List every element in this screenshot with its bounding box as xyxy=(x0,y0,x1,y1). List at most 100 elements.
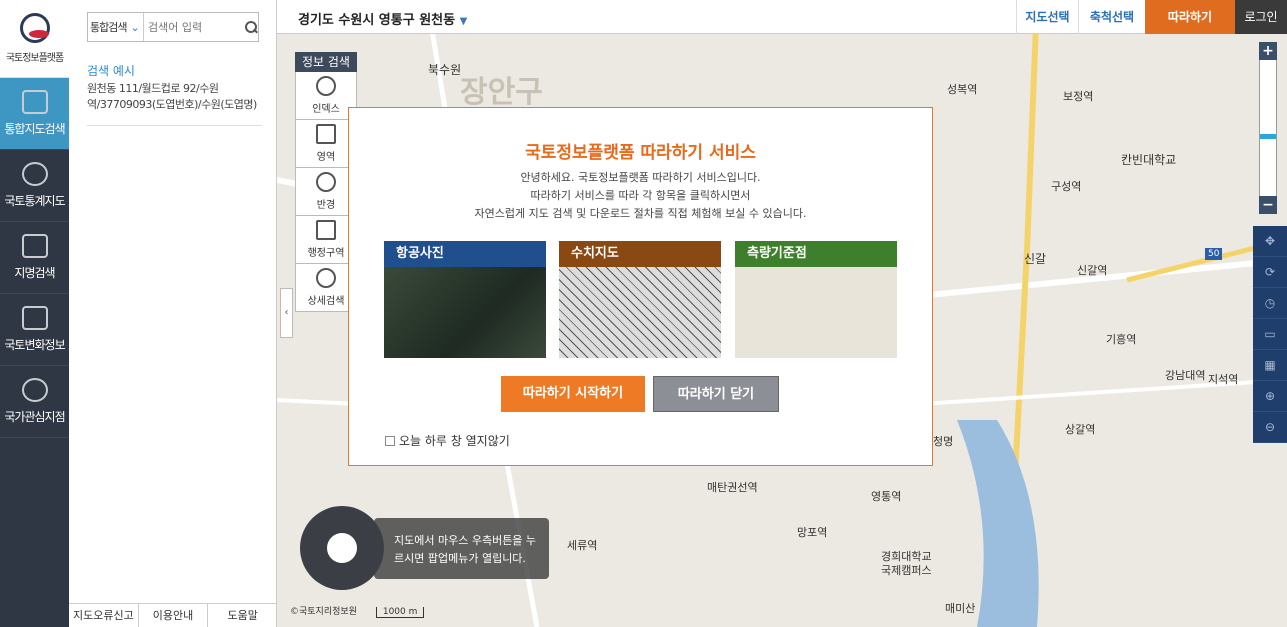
panel-footer: 지도오류신고 이용안내 도움말 xyxy=(69,603,277,627)
search-icon[interactable] xyxy=(244,20,258,34)
chart-icon[interactable] xyxy=(327,533,357,563)
search-type-label: 통합검색 xyxy=(90,21,127,34)
nav-item-change-info[interactable]: 국토변화정보 xyxy=(0,294,69,366)
nav-item-place-search[interactable]: 지명검색 xyxy=(0,222,69,294)
map-label: 칸빈대학교 xyxy=(1121,153,1177,167)
example-body: 원천동 111/월드컵로 92/수원역/37709093(도엽번호)/수원(도엽… xyxy=(87,81,262,126)
copyright-text: ©국토지리정보원 xyxy=(290,607,357,617)
tool-label: 인덱스 xyxy=(312,104,340,115)
area-measure-icon[interactable]: ▦ xyxy=(1253,350,1287,381)
help-link[interactable]: 도움말 xyxy=(208,604,277,627)
dialog-line: 안녕하세요. 국토정보플랫폼 따라하기 서비스입니다. xyxy=(520,171,761,184)
zoom-in-search-icon[interactable]: ⊕ xyxy=(1253,381,1287,412)
close-follow-button[interactable]: 따라하기 닫기 xyxy=(653,376,779,412)
nav-label: 국토변화정보 xyxy=(4,338,65,352)
map-search-icon xyxy=(21,90,48,114)
target-point-icon xyxy=(21,378,48,402)
nav-label: 통합지도검색 xyxy=(4,122,65,136)
logo-label: 국토정보플랫폼 xyxy=(5,53,64,64)
report-error-link[interactable]: 지도오류신고 xyxy=(69,604,139,627)
search-panel: 통합검색⌄ 검색 예시 원천동 111/월드컵로 92/수원역/37709093… xyxy=(69,0,277,627)
triangle-down-icon: ▼ xyxy=(459,16,468,27)
map-label: 지석역 xyxy=(1208,373,1239,386)
card-label: 항공사진 xyxy=(384,241,546,267)
checkbox[interactable] xyxy=(385,435,395,446)
map-tip: 지도에서 마우스 우측버튼을 누르시면 팝업메뉴가 열립니다. xyxy=(374,518,549,579)
dialog-line: 자연스럽게 지도 검색 및 다운로드 절차를 직접 체험해 보실 수 있습니다. xyxy=(474,207,807,220)
tool-label: 반경 xyxy=(316,200,336,211)
tool-label: 상세검색 xyxy=(307,296,345,307)
clock-icon[interactable]: ◷ xyxy=(1253,288,1287,319)
map-label: 매미산 xyxy=(945,602,976,615)
globe-icon xyxy=(316,76,336,96)
map-label: 기흥역 xyxy=(1106,333,1137,346)
map-tool-bar: ✥ ⟳ ◷ ▭ ▦ ⊕ ⊖ xyxy=(1253,226,1287,443)
map-book-icon xyxy=(316,220,336,240)
checkbox-label: 오늘 하루 창 열지않기 xyxy=(399,434,510,448)
map-label: 북수원 xyxy=(428,63,462,77)
map-label: 신갈역 xyxy=(1077,264,1108,277)
digital-map-thumbnail xyxy=(559,267,721,358)
example-title: 검색 예시 xyxy=(87,64,135,78)
ruler-icon[interactable]: ▭ xyxy=(1253,319,1287,350)
map-label: 장안구 xyxy=(460,75,543,110)
map-label: 영통역 xyxy=(871,490,902,503)
aerial-photo-card[interactable]: 항공사진 xyxy=(384,241,546,358)
tool-label: 행정구역 xyxy=(307,248,345,259)
pan-icon[interactable]: ✥ xyxy=(1253,226,1287,257)
map-wheel-menu[interactable] xyxy=(300,506,384,590)
zoom-slider[interactable] xyxy=(1259,60,1277,196)
scale-bar: ©국토지리정보원 1000 m xyxy=(290,604,425,618)
dialog-body: 안녕하세요. 국토정보플랫폼 따라하기 서비스입니다. 따라하기 서비스를 따라… xyxy=(349,169,932,223)
map-label: 강남대역 xyxy=(1165,369,1206,382)
map-label: 보정역 xyxy=(1063,90,1094,103)
radius-icon xyxy=(316,172,336,192)
scale-value: 1000 m xyxy=(375,607,425,618)
address-label: 경기도 수원시 영통구 원천동 xyxy=(298,13,456,28)
control-point-card[interactable]: 측량기준점 xyxy=(735,241,897,358)
platform-logo-icon xyxy=(19,13,50,43)
search-input[interactable] xyxy=(148,20,244,34)
map-select-button[interactable]: 지도선택 xyxy=(1016,0,1078,34)
usage-guide-link[interactable]: 이용안내 xyxy=(139,604,209,627)
login-button[interactable]: 로그인 xyxy=(1235,0,1287,34)
nav-label: 국토통계지도 xyxy=(4,194,65,208)
control-point-thumbnail xyxy=(735,267,897,358)
zoom-out-search-icon[interactable]: ⊖ xyxy=(1253,412,1287,443)
location-selector[interactable]: 경기도 수원시 영통구 원천동 ▼ xyxy=(298,9,467,28)
card-label: 수치지도 xyxy=(559,241,721,267)
collapse-panel-handle[interactable]: ‹ xyxy=(280,288,293,338)
refresh-icon[interactable]: ⟳ xyxy=(1253,257,1287,288)
digital-map-card[interactable]: 수치지도 xyxy=(559,241,721,358)
nav-label: 지명검색 xyxy=(14,266,55,280)
zoom-thumb[interactable] xyxy=(1260,134,1276,139)
top-bar: 경기도 수원시 영통구 원천동 ▼ 지도선택 축척선택 따라하기 로그인 xyxy=(277,0,1287,34)
dialog-line: 따라하기 서비스를 따라 각 항목을 클릭하시면서 xyxy=(530,189,751,202)
dialog-title: 국토정보플랫폼 따라하기 서비스 xyxy=(525,143,756,163)
logo[interactable]: 국토정보플랫폼 xyxy=(0,0,69,78)
pie-chart-icon xyxy=(21,162,48,186)
scale-select-button[interactable]: 축척선택 xyxy=(1078,0,1145,34)
map-label: 매탄권선역 xyxy=(707,481,758,494)
place-name-icon xyxy=(21,234,48,258)
nav-item-integrated-map[interactable]: 통합지도검색 xyxy=(0,78,69,150)
change-map-icon xyxy=(21,306,48,330)
aerial-thumbnail xyxy=(384,267,546,358)
zoom-in-button[interactable]: + xyxy=(1259,42,1277,60)
start-follow-button[interactable]: 따라하기 시작하기 xyxy=(501,376,645,412)
nav-item-national-poi[interactable]: 국가관심지점 xyxy=(0,366,69,438)
highway-shield: 50 xyxy=(1205,248,1223,260)
follow-along-button[interactable]: 따라하기 xyxy=(1145,0,1235,34)
zoom-out-button[interactable]: − xyxy=(1259,196,1277,214)
dont-show-today[interactable]: 오늘 하루 창 열지않기 xyxy=(385,432,510,449)
card-label: 측량기준점 xyxy=(735,241,897,267)
chevron-down-icon: ⌄ xyxy=(130,20,139,34)
follow-along-dialog: 국토정보플랫폼 따라하기 서비스 안녕하세요. 국토정보플랫폼 따라하기 서비스… xyxy=(348,107,933,466)
nav-item-statistics-map[interactable]: 국토통계지도 xyxy=(0,150,69,222)
map-label: 경희대학교 국제캠퍼스 xyxy=(881,550,932,577)
search-type-select[interactable]: 통합검색 ⌄ xyxy=(88,13,144,41)
magnifier-icon xyxy=(316,268,336,288)
map-label: 성복역 xyxy=(947,83,978,96)
nav-label: 국가관심지점 xyxy=(4,410,65,424)
map-label: 청명 xyxy=(933,435,954,448)
